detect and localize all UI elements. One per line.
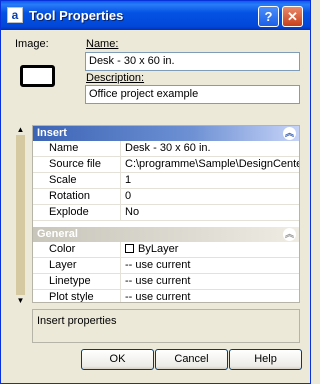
- property-key: Color: [33, 242, 121, 257]
- property-key: Source file: [33, 157, 121, 172]
- property-row-layer[interactable]: Layer -- use current: [33, 258, 299, 274]
- property-row-source-file[interactable]: Source file C:\programme\Sample\DesignCe…: [33, 157, 299, 173]
- property-value[interactable]: Desk - 30 x 60 in.: [122, 141, 299, 156]
- section-title: General: [37, 228, 78, 240]
- name-field[interactable]: Desk - 30 x 60 in.: [85, 52, 300, 71]
- name-label: Name:: [86, 38, 119, 50]
- cancel-button[interactable]: Cancel: [155, 349, 228, 370]
- property-row-explode[interactable]: Explode No: [33, 205, 299, 221]
- property-value-color[interactable]: ByLayer: [122, 242, 299, 257]
- scroll-down-icon[interactable]: ▼: [16, 296, 25, 305]
- property-row-scale[interactable]: Scale 1: [33, 173, 299, 189]
- ok-button[interactable]: OK: [81, 349, 154, 370]
- window-title: Tool Properties: [29, 8, 124, 23]
- description-field[interactable]: Office project example: [85, 85, 300, 104]
- property-row-linetype[interactable]: Linetype -- use current: [33, 274, 299, 290]
- property-value[interactable]: 0: [122, 189, 299, 204]
- palette-side-scrollbar[interactable]: ▲ ▼: [16, 125, 25, 306]
- property-row-rotation[interactable]: Rotation 0: [33, 189, 299, 205]
- collapse-icon[interactable]: ︽: [283, 127, 296, 140]
- property-key: Scale: [33, 173, 121, 188]
- title-bar[interactable]: a Tool Properties ? ✕: [1, 1, 310, 30]
- property-help-box: Insert properties: [32, 309, 300, 343]
- property-key: Layer: [33, 258, 121, 273]
- property-key: Linetype: [33, 274, 121, 289]
- property-value[interactable]: -- use current: [122, 274, 299, 289]
- property-key: Plot style: [33, 290, 121, 302]
- autocad-app-icon: a: [7, 7, 23, 23]
- property-key: Name: [33, 141, 121, 156]
- image-label: Image:: [15, 38, 49, 50]
- close-title-button[interactable]: ✕: [282, 6, 303, 27]
- section-title: Insert: [37, 127, 67, 139]
- color-value: ByLayer: [138, 243, 179, 255]
- property-value[interactable]: -- use current: [122, 290, 299, 302]
- block-image-preview: [20, 65, 55, 87]
- tool-properties-dialog: a Tool Properties ? ✕ Image: Name: Desk …: [0, 0, 311, 384]
- property-help-text: Insert properties: [37, 315, 117, 327]
- scroll-track[interactable]: [16, 135, 25, 295]
- property-value[interactable]: No: [122, 205, 299, 220]
- section-header-insert[interactable]: Insert ︽: [33, 126, 299, 141]
- property-value[interactable]: -- use current: [122, 258, 299, 273]
- property-row-plot-style[interactable]: Plot style -- use current: [33, 290, 299, 302]
- property-value[interactable]: C:\programme\Sample\DesignCenter\...: [122, 157, 299, 172]
- property-key: Rotation: [33, 189, 121, 204]
- description-label: Description:: [86, 72, 145, 84]
- collapse-icon[interactable]: ︽: [283, 228, 296, 241]
- scroll-up-icon[interactable]: ▲: [16, 125, 25, 134]
- property-key: Explode: [33, 205, 121, 220]
- property-row-name[interactable]: Name Desk - 30 x 60 in.: [33, 141, 299, 157]
- color-swatch-icon: [125, 244, 134, 253]
- property-value[interactable]: 1: [122, 173, 299, 188]
- section-header-general[interactable]: General ︽: [33, 227, 299, 242]
- property-row-color[interactable]: Color ByLayer: [33, 242, 299, 258]
- properties-grid: Insert ︽ Name Desk - 30 x 60 in. Source …: [32, 125, 300, 303]
- help-button[interactable]: Help: [229, 349, 302, 370]
- help-title-button[interactable]: ?: [258, 6, 279, 27]
